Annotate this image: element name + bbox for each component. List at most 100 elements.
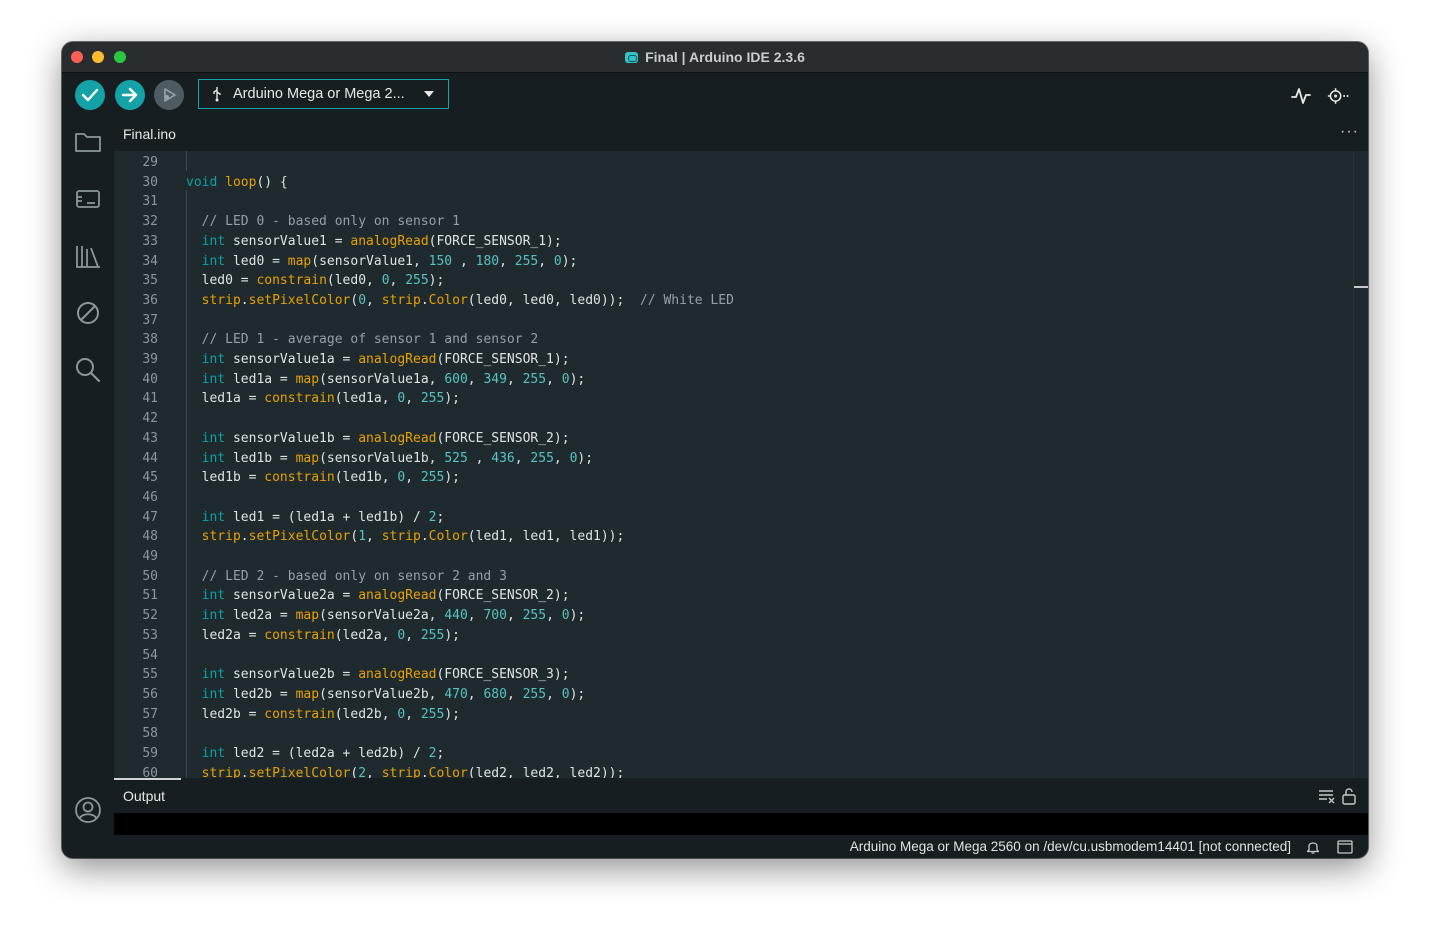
line-number: 33: [142, 233, 158, 249]
code-line[interactable]: led2a = constrain(led2a, 0, 255);: [186, 626, 460, 646]
search-button[interactable]: [73, 355, 103, 385]
code-token: (FORCE_SENSOR_1);: [428, 233, 562, 249]
serial-plotter-icon: [1291, 88, 1311, 104]
code-token: ,: [538, 253, 554, 269]
code-line[interactable]: void loop() {: [186, 173, 288, 193]
code-line[interactable]: int sensorValue1a = analogRead(FORCE_SEN…: [186, 350, 570, 370]
code-line[interactable]: int led2b = map(sensorValue2b, 470, 680,…: [186, 685, 586, 705]
code-token: sensorValue1b =: [225, 430, 359, 446]
code-token: // LED 2 - based only on sensor 2 and 3: [201, 568, 507, 584]
code-line[interactable]: int led0 = map(sensorValue1, 150 , 180, …: [186, 252, 578, 272]
library-manager-button[interactable]: [73, 241, 103, 271]
code-token: ,: [467, 450, 492, 466]
more-actions-icon[interactable]: ···: [1340, 123, 1359, 141]
code-area[interactable]: void loop() { // LED 0 - based only on s…: [186, 151, 1354, 778]
upload-button[interactable]: [115, 80, 145, 110]
verify-button[interactable]: [75, 80, 105, 110]
lock-scroll-button[interactable]: [1340, 787, 1358, 805]
account-button[interactable]: [73, 795, 103, 825]
board-selector-label: Arduino Mega or Mega 2...: [233, 86, 405, 102]
code-line[interactable]: int sensorValue1b = analogRead(FORCE_SEN…: [186, 429, 570, 449]
code-line[interactable]: strip.setPixelColor(2, strip.Color(led2,…: [186, 764, 625, 778]
boards-manager-button[interactable]: [73, 184, 103, 214]
code-line[interactable]: int led2a = map(sensorValue2a, 440, 700,…: [186, 606, 586, 626]
code-token: 2: [358, 765, 367, 778]
output-console[interactable]: [114, 813, 1368, 835]
line-number: 55: [142, 667, 158, 683]
output-panel-title[interactable]: Output: [123, 788, 165, 804]
code-token: 0: [397, 470, 406, 486]
code-line[interactable]: int led1a = map(sensorValue1a, 600, 349,…: [186, 370, 586, 390]
code-token: strip: [381, 765, 421, 778]
code-token: map: [295, 686, 320, 702]
debug-sidebar-button[interactable]: [73, 298, 103, 328]
code-token: 255: [420, 470, 445, 486]
code-line[interactable]: int sensorValue2b = analogRead(FORCE_SEN…: [186, 665, 570, 685]
code-token: ;: [436, 509, 445, 525]
code-token: 525: [444, 450, 468, 466]
code-token: int: [201, 253, 226, 269]
code-token: led1a =: [225, 371, 296, 387]
code-token: );: [444, 706, 460, 722]
code-line[interactable]: led2b = constrain(led2b, 0, 255);: [186, 705, 460, 725]
line-number: 42: [142, 411, 158, 427]
notifications-button[interactable]: [1304, 838, 1322, 856]
code-token: (led2, led2, led2));: [467, 765, 625, 778]
verify-icon: [81, 88, 99, 102]
code-line[interactable]: // LED 1 - average of sensor 1 and senso…: [186, 330, 539, 350]
board-selector[interactable]: Arduino Mega or Mega 2...: [198, 79, 449, 109]
code-token: (FORCE_SENSOR_2);: [436, 588, 570, 604]
code-line[interactable]: int led1 = (led1a + led1b) / 2;: [186, 508, 445, 528]
code-token: analogRead: [358, 588, 437, 604]
code-line[interactable]: led1b = constrain(led1b, 0, 255);: [186, 468, 460, 488]
code-token: ,: [467, 371, 484, 387]
code-line[interactable]: led1a = constrain(led1a, 0, 255);: [186, 389, 460, 409]
serial-plotter-button[interactable]: [1289, 84, 1313, 108]
code-line[interactable]: int led1b = map(sensorValue1b, 525 , 436…: [186, 449, 593, 469]
line-number: 29: [142, 155, 158, 170]
code-token: analogRead: [358, 352, 437, 367]
code-token: (led0, led0, led0));: [467, 292, 640, 308]
code-token: int: [201, 233, 226, 249]
code-token: 0: [358, 292, 367, 308]
clear-output-button[interactable]: [1318, 787, 1336, 805]
code-token: int: [201, 352, 226, 367]
code-line[interactable]: int led2 = (led2a + led2b) / 2;: [186, 744, 445, 764]
editor-scrollbar[interactable]: [1353, 151, 1368, 778]
code-line[interactable]: // LED 2 - based only on sensor 2 and 3: [186, 567, 507, 587]
code-line[interactable]: strip.setPixelColor(1, strip.Color(led1,…: [186, 527, 625, 547]
code-line[interactable]: int sensorValue2a = analogRead(FORCE_SEN…: [186, 586, 570, 606]
code-line[interactable]: // LED 0 - based only on sensor 1: [186, 212, 460, 232]
code-token: ,: [546, 686, 562, 702]
code-token: 180: [475, 253, 500, 269]
code-line[interactable]: int sensorValue1 = analogRead(FORCE_SENS…: [186, 232, 562, 252]
serial-monitor-button[interactable]: [1327, 84, 1351, 108]
code-token: 255: [420, 627, 445, 643]
line-number: 39: [142, 352, 158, 367]
debug-button[interactable]: [154, 80, 184, 110]
code-token: led1b =: [186, 470, 265, 486]
code-line[interactable]: strip.setPixelColor(0, strip.Color(led0,…: [186, 291, 734, 311]
sketchbook-button[interactable]: [73, 127, 103, 157]
code-token: ,: [499, 253, 515, 269]
toggle-panel-button[interactable]: [1336, 838, 1354, 856]
code-line[interactable]: led0 = constrain(led0, 0, 255);: [186, 271, 445, 291]
tab-final-ino[interactable]: Final.ino: [114, 117, 185, 151]
code-token: 255: [522, 686, 547, 702]
board-connection-status[interactable]: Arduino Mega or Mega 2560 on /dev/cu.usb…: [850, 839, 1291, 854]
window-title-area: Final | Arduino IDE 2.3.6: [62, 42, 1368, 72]
code-editor[interactable]: 29 30 31 32 33 34 35 36 37 38 39 40 41 42 43 44 45 46 47 48…: [114, 151, 1368, 778]
code-token: 600: [444, 371, 468, 387]
code-token: constrain: [264, 627, 335, 643]
code-token: (FORCE_SENSOR_1);: [436, 352, 570, 367]
code-token: 255: [420, 706, 445, 722]
